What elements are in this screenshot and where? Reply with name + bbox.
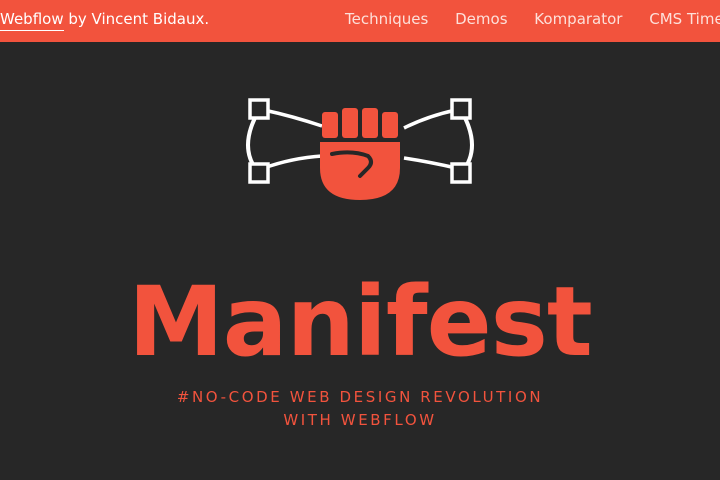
manifest-title: Manifest (128, 266, 592, 378)
tagline: #NO-CODE WEB DESIGN REVOLUTION WITH WEBF… (0, 386, 720, 432)
raised-fist-bezier-icon (246, 98, 474, 200)
nav-demos[interactable]: Demos (455, 10, 507, 28)
brand-suffix: by Vincent Bidaux. (68, 10, 210, 28)
top-nav-bar: Webflow by Vincent Bidaux. Techniques De… (0, 0, 720, 42)
tagline-line-2: WITH WEBFLOW (283, 411, 437, 429)
webflow-link[interactable]: Webflow (0, 10, 64, 31)
tagline-line-1: #NO-CODE WEB DESIGN REVOLUTION (176, 388, 544, 406)
main-nav: Techniques Demos Komparator CMS Time (345, 10, 720, 28)
nav-komparator[interactable]: Komparator (534, 10, 622, 28)
nav-cms-time[interactable]: CMS Time (649, 10, 720, 28)
site-brand: Webflow by Vincent Bidaux. (0, 10, 210, 31)
nav-techniques[interactable]: Techniques (345, 10, 428, 28)
